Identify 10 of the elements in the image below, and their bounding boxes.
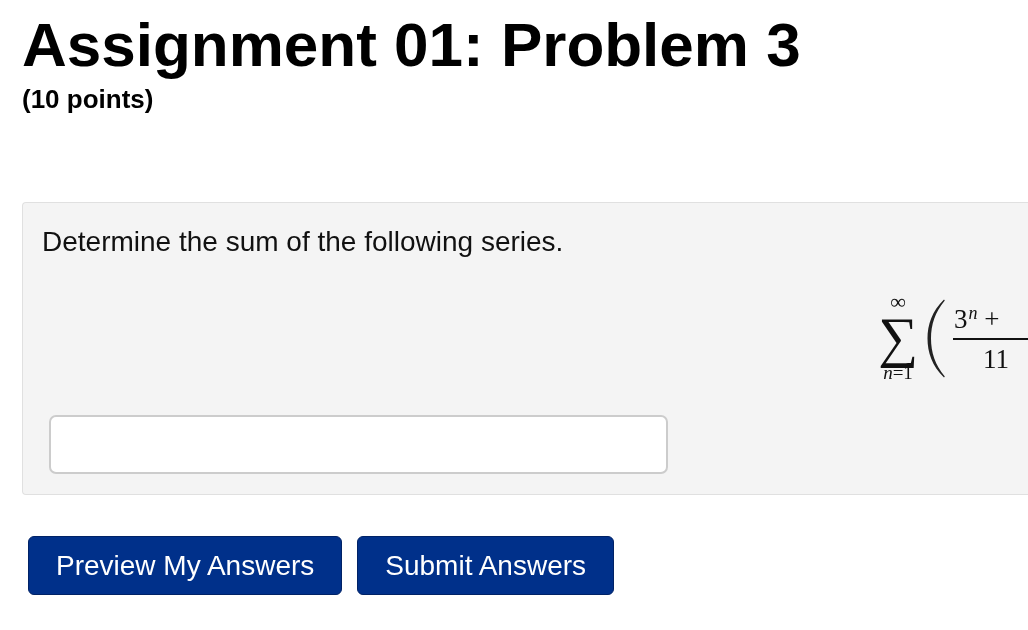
fraction-numerator: 3$^{n}$ +	[953, 302, 1000, 336]
upper-limit: ∞	[890, 294, 906, 310]
submit-answers-button[interactable]: Submit Answers	[357, 536, 615, 595]
left-parenthesis-icon	[926, 298, 945, 378]
fraction-denominator: 11	[983, 344, 1009, 374]
points-label: (10 points)	[22, 84, 154, 114]
page-title: Assignment 01: Problem 3	[22, 10, 801, 80]
answer-field[interactable]	[49, 415, 668, 474]
preview-answers-button[interactable]: Preview My Answers	[28, 536, 343, 595]
problem-prompt: Determine the sum of the following series.	[42, 225, 564, 259]
